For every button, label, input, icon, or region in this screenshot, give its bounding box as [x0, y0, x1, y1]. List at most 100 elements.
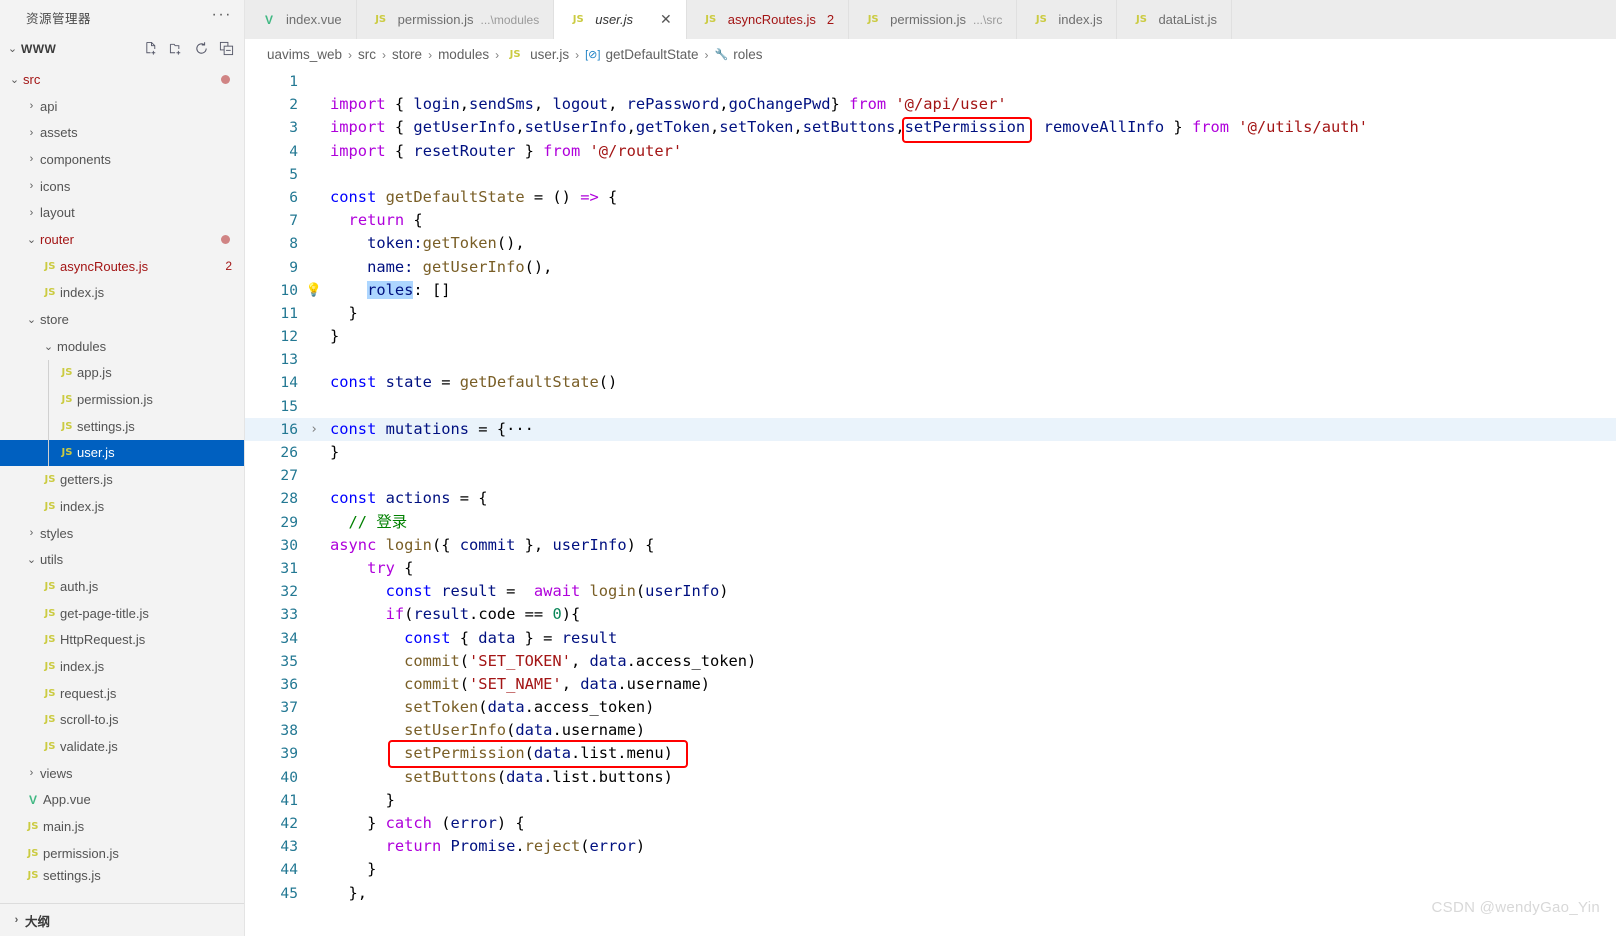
code-line-1[interactable]: 1	[245, 70, 1616, 93]
code-line-37[interactable]: 37 setToken(data.access_token)	[245, 696, 1616, 719]
code-line-13[interactable]: 13	[245, 348, 1616, 371]
code-line-45[interactable]: 45 },	[245, 882, 1616, 905]
tree-item-permission-js[interactable]: JS permission.js	[0, 386, 244, 413]
tree-item-src[interactable]: ⌄ src	[0, 66, 244, 93]
tree-item-settings-js[interactable]: JS settings.js	[0, 413, 244, 440]
tree-item-httprequest-js[interactable]: JS HttpRequest.js	[0, 626, 244, 653]
code-line-2[interactable]: 2 import { login,sendSms, logout, rePassw…	[245, 93, 1616, 116]
line-gutter[interactable]: 💡	[298, 279, 330, 302]
tree-item-index-js[interactable]: JS index.js	[0, 653, 244, 680]
file-tree[interactable]: ⌄ src › api › assets › components › icons › layout ⌄…	[0, 62, 244, 903]
tree-item-layout[interactable]: › layout	[0, 199, 244, 226]
tree-item-index-js[interactable]: JS index.js	[0, 280, 244, 307]
explorer-root-row[interactable]: ⌄ WWW	[0, 35, 244, 62]
tree-item-components[interactable]: › components	[0, 146, 244, 173]
code-line-27[interactable]: 27	[245, 464, 1616, 487]
code-line-36[interactable]: 36 commit('SET_NAME', data.username)	[245, 673, 1616, 696]
code-line-12[interactable]: 12}	[245, 325, 1616, 348]
code-line-9[interactable]: 9 name: getUserInfo(),	[245, 256, 1616, 279]
code-line-5[interactable]: 5	[245, 163, 1616, 186]
code-editor[interactable]: 1 2 import { login,sendSms, logout, rePass…	[245, 70, 1616, 936]
code-line-30[interactable]: 30 async login({ commit }, userInfo) {	[245, 534, 1616, 557]
breadcrumb-item-uavims-web[interactable]: uavims_web	[267, 47, 342, 62]
code-line-8[interactable]: 8 token:getToken(),	[245, 232, 1616, 255]
code-line-31[interactable]: 31 try {	[245, 557, 1616, 580]
tree-item-getters-js[interactable]: JS getters.js	[0, 466, 244, 493]
tree-item-request-js[interactable]: JS request.js	[0, 680, 244, 707]
code-line-6[interactable]: 6 const getDefaultState = () => {	[245, 186, 1616, 209]
tab-permission-js[interactable]: JS permission.js ...\modules	[356, 0, 555, 39]
tree-item-icons[interactable]: › icons	[0, 173, 244, 200]
tree-item-scroll-to-js[interactable]: JS scroll-to.js	[0, 707, 244, 734]
explorer-more-icon[interactable]: ···	[212, 6, 232, 26]
code-line-44[interactable]: 44 }	[245, 858, 1616, 881]
line-gutter[interactable]: ›	[298, 418, 330, 441]
refresh-icon[interactable]	[194, 41, 209, 56]
tree-item-store[interactable]: ⌄ store	[0, 306, 244, 333]
breadcrumb-item-user-js[interactable]: JS user.js	[505, 47, 570, 62]
code-line-39[interactable]: 39 setPermission(data.list.menu)	[245, 742, 1616, 765]
code-line-16[interactable]: 16 › const mutations = {···	[245, 417, 1616, 441]
code-line-41[interactable]: 41 }	[245, 789, 1616, 812]
new-folder-icon[interactable]	[169, 41, 184, 56]
tree-item-user-js[interactable]: JS user.js	[0, 439, 244, 467]
tab-datalist-js[interactable]: JS dataList.js	[1117, 0, 1232, 39]
tree-item-views[interactable]: › views	[0, 760, 244, 787]
code-line-3[interactable]: 3 import { getUserInfo,setUserInfo,getTok…	[245, 116, 1616, 139]
collapse-all-icon[interactable]	[219, 41, 234, 56]
editor-scrollbar[interactable]	[1602, 70, 1616, 936]
code-line-11[interactable]: 11 }	[245, 302, 1616, 325]
code-line-35[interactable]: 35 commit('SET_TOKEN', data.access_token…	[245, 650, 1616, 673]
tab-user-js[interactable]: JS user.js ✕	[554, 0, 687, 39]
breadcrumb[interactable]: uavims_web › src › store › modules › JS user.js › […	[245, 39, 1616, 70]
tab-permission-js[interactable]: JS permission.js ...\src	[849, 0, 1018, 39]
tree-item-api[interactable]: › api	[0, 93, 244, 120]
code-line-15[interactable]: 15	[245, 395, 1616, 418]
code-line-42[interactable]: 42 } catch (error) {	[245, 812, 1616, 835]
code-line-14[interactable]: 14 const state = getDefaultState()	[245, 371, 1616, 394]
new-file-icon[interactable]	[144, 41, 159, 56]
tree-item-asyncroutes-js[interactable]: JS asyncRoutes.js 2	[0, 253, 244, 280]
breadcrumb-item-src[interactable]: src	[358, 47, 376, 62]
tab-index-vue[interactable]: Vindex.vue	[245, 0, 357, 39]
code-line-33[interactable]: 33 if(result.code == 0){	[245, 603, 1616, 626]
breadcrumb-item-store[interactable]: store	[392, 47, 422, 62]
tree-item-get-page-title-js[interactable]: JS get-page-title.js	[0, 600, 244, 627]
tree-item-router[interactable]: ⌄ router	[0, 226, 244, 253]
code-line-40[interactable]: 40 setButtons(data.list.buttons)	[245, 766, 1616, 789]
code-line-26[interactable]: 26}	[245, 441, 1616, 464]
tree-item-utils[interactable]: ⌄ utils	[0, 546, 244, 573]
tree-item-app-js[interactable]: JS app.js	[0, 360, 244, 387]
breadcrumb-item-roles[interactable]: 🔧 roles	[715, 47, 763, 62]
code-content[interactable]: 1 2 import { login,sendSms, logout, rePass…	[245, 70, 1616, 936]
code-line-32[interactable]: 32 const result = await login(userInfo)	[245, 580, 1616, 603]
line-number: 26	[280, 444, 298, 461]
code-line-43[interactable]: 43 return Promise.reject(error)	[245, 835, 1616, 858]
tree-item-main-js[interactable]: JS main.js	[0, 813, 244, 840]
tree-item-modules[interactable]: ⌄ modules	[0, 333, 244, 360]
breadcrumb-item-modules[interactable]: modules	[438, 47, 489, 62]
breadcrumb-item-getdefaultstate[interactable]: [⊘] getDefaultState	[585, 47, 698, 62]
tree-item-auth-js[interactable]: JS auth.js	[0, 573, 244, 600]
editor-tab-bar[interactable]: Vindex.vue JS permission.js ...\modules JS us…	[245, 0, 1616, 39]
code-line-34[interactable]: 34 const { data } = result	[245, 627, 1616, 650]
code-line-28[interactable]: 28 const actions = {	[245, 487, 1616, 510]
code-line-38[interactable]: 38 setUserInfo(data.username)	[245, 719, 1616, 742]
code-line-7[interactable]: 7 return {	[245, 209, 1616, 232]
tree-item-styles[interactable]: › styles	[0, 520, 244, 547]
tab-close-icon[interactable]: ✕	[660, 11, 672, 28]
code-line-29[interactable]: 29 // 登录	[245, 511, 1616, 534]
tree-item-settings-js[interactable]: JS settings.js	[0, 867, 244, 885]
tree-item-validate-js[interactable]: JS validate.js	[0, 733, 244, 760]
tree-item-index-js[interactable]: JS index.js	[0, 493, 244, 520]
tab-asyncroutes-js[interactable]: JS asyncRoutes.js 2	[686, 0, 850, 39]
tree-item-app-vue[interactable]: V App.vue	[0, 787, 244, 814]
tree-item-permission-js[interactable]: JS permission.js	[0, 840, 244, 867]
line-text: }	[330, 303, 358, 322]
line-text: token:getToken(),	[330, 234, 525, 253]
code-line-10[interactable]: 10 💡 roles: []	[245, 279, 1616, 302]
tab-index-js[interactable]: JS index.js	[1017, 0, 1118, 39]
tree-item-assets[interactable]: › assets	[0, 119, 244, 146]
outline-panel-header[interactable]: › 大纲	[0, 903, 244, 936]
code-line-4[interactable]: 4 import { resetRouter } from '@/router'	[245, 140, 1616, 163]
